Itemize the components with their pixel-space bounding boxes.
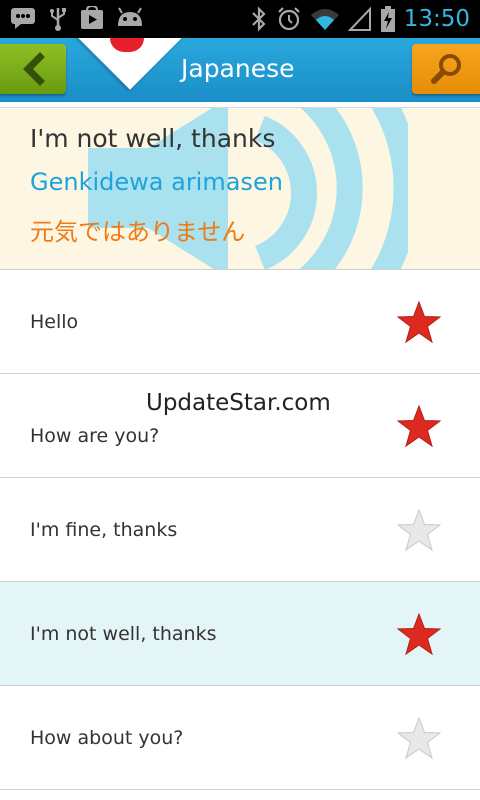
app-bar: Japanese <box>0 38 480 102</box>
chat-icon <box>10 6 36 32</box>
signal-icon <box>347 7 372 31</box>
phrase-row-selected[interactable]: I'm not well, thanks <box>0 582 480 686</box>
phrase-row[interactable]: I'm fine, thanks <box>0 478 480 582</box>
phrase-japanese: 元気ではありません <box>30 218 246 246</box>
search-button[interactable] <box>412 44 480 94</box>
favorite-star-outline-icon[interactable] <box>396 508 442 552</box>
phrase-english: I'm not well, thanks <box>30 124 276 153</box>
wifi-icon <box>310 7 340 31</box>
phrase-romaji: Genkidewa arimasen <box>30 168 283 196</box>
back-button[interactable] <box>0 44 66 94</box>
bluetooth-icon <box>250 6 268 32</box>
favorite-star-icon[interactable] <box>396 404 442 448</box>
favorite-star-icon[interactable] <box>396 612 442 656</box>
favorite-star-icon[interactable] <box>396 300 442 344</box>
usb-icon <box>48 6 68 32</box>
watermark-text: UpdateStar.com <box>146 390 331 416</box>
phrase-label: I'm fine, thanks <box>30 518 178 541</box>
phrase-row[interactable]: Hello <box>0 270 480 374</box>
phrase-list: Hello How are you? I'm fine, thanks I'm … <box>0 270 480 800</box>
phrase-label: How about you? <box>30 726 184 749</box>
status-clock: 13:50 <box>403 6 470 32</box>
android-icon <box>116 6 144 32</box>
phrase-label: I'm not well, thanks <box>30 622 217 645</box>
play-store-icon <box>80 6 104 32</box>
current-phrase-panel[interactable]: I'm not well, thanks Genkidewa arimasen … <box>0 108 480 270</box>
favorite-star-outline-icon[interactable] <box>396 716 442 760</box>
phrase-label: How are you? <box>30 424 160 447</box>
phrase-row[interactable]: How about you? <box>0 686 480 790</box>
chevron-left-icon <box>23 52 45 86</box>
search-icon <box>431 54 461 84</box>
battery-charging-icon <box>380 5 396 33</box>
phrase-label: Hello <box>30 310 79 333</box>
page-title: Japanese <box>181 54 295 83</box>
alarm-icon <box>276 6 302 32</box>
status-bar: 13:50 <box>0 0 480 38</box>
